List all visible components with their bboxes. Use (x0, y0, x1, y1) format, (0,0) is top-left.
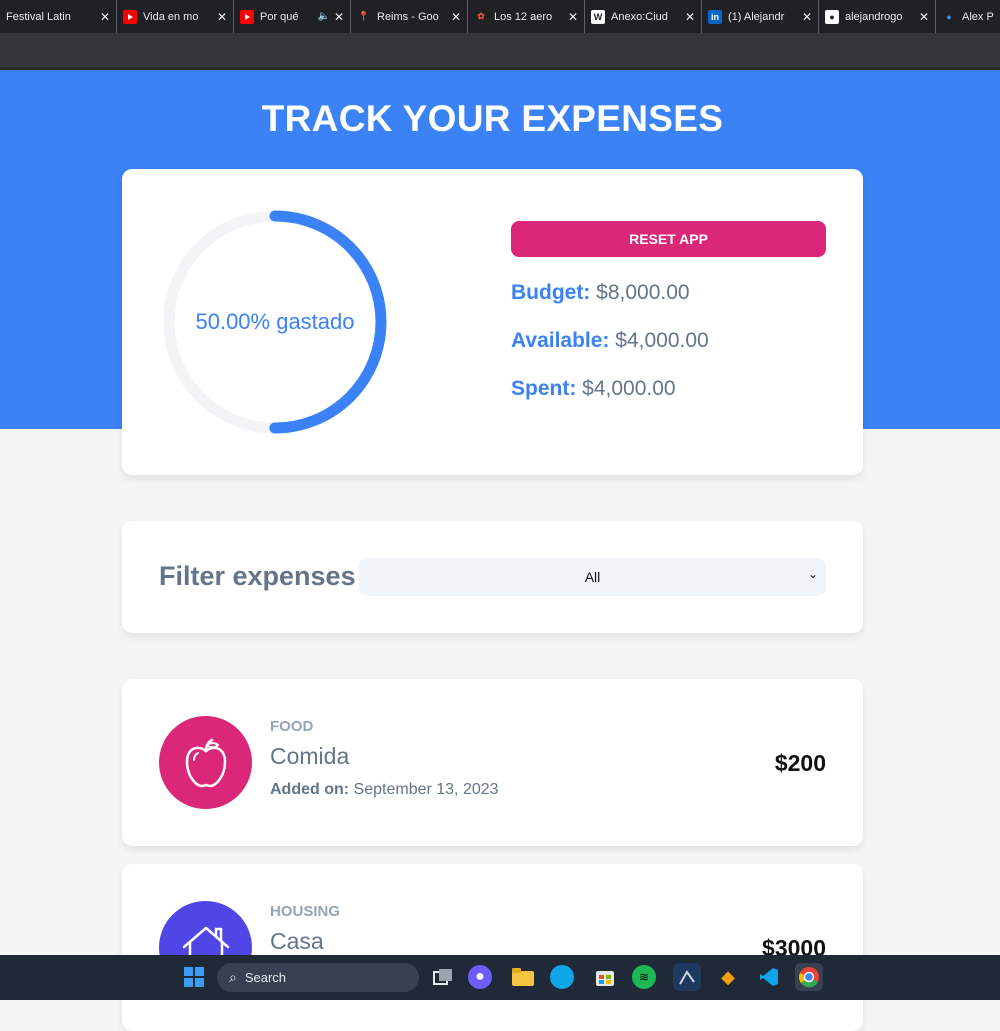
portfolio-icon: ● (946, 11, 952, 22)
spotify-icon[interactable]: ≋ (632, 965, 656, 989)
tab-title: Festival Latin (6, 10, 71, 23)
expense-amount: $200 (774, 750, 826, 776)
chevron-down-icon: ⌄ (807, 567, 818, 581)
browser-toolbar (0, 33, 1000, 70)
browser-tab[interactable]: 📍 Reims - Goo ✕ (351, 0, 468, 33)
filter-select[interactable]: All ⌄ (359, 558, 826, 596)
speaker-icon[interactable]: 🔈 (317, 11, 329, 22)
browser-tab-strip: Festival Latin ✕ Vida en mo ✕ Por qué 🔈 … (0, 0, 1000, 33)
linkedin-icon: in (708, 9, 722, 24)
spent-stat: Spent: $4,000.00 (511, 377, 676, 401)
reset-app-button[interactable]: RESET APP (511, 221, 826, 257)
close-icon[interactable]: ✕ (334, 10, 344, 24)
browser-tab[interactable]: in (1) Alejandr ✕ (702, 0, 819, 33)
budget-value: $8,000.00 (596, 281, 690, 304)
browser-tab[interactable]: W Anexo:Ciud ✕ (585, 0, 702, 33)
chat-icon[interactable]: ● (468, 965, 492, 989)
filter-label: Filter expenses (159, 561, 356, 591)
file-explorer-icon[interactable] (509, 963, 537, 991)
expense-category-icon (159, 716, 252, 809)
expense-name: Comida (270, 743, 350, 769)
taskbar-search[interactable]: ⌕ Search (217, 963, 419, 992)
spent-label: Spent: (511, 377, 577, 400)
page-title: TRACK YOUR EXPENSES (261, 98, 724, 139)
windows-taskbar: ⌕ Search ● ≋ ◆ (0, 955, 1000, 1000)
tab-title: Vida en mo (143, 10, 199, 23)
close-icon[interactable]: ✕ (802, 10, 812, 24)
windows-start-icon[interactable] (180, 963, 208, 991)
close-icon[interactable]: ✕ (100, 10, 110, 24)
maps-icon: 📍 (358, 11, 370, 21)
available-value: $4,000.00 (615, 329, 709, 352)
browser-tab[interactable]: ● alejandrogo ✕ (819, 0, 936, 33)
available-label: Available: (511, 329, 610, 352)
database-icon[interactable] (673, 963, 701, 991)
expense-date-value: September 13, 2023 (353, 781, 499, 798)
youtube-icon (240, 9, 254, 24)
browser-tab[interactable]: ✿ Los 12 aero ✕ (468, 0, 585, 33)
tab-title: Los 12 aero (494, 10, 553, 23)
tab-title: Por qué (260, 10, 299, 23)
mysql-icon[interactable]: ◆ (714, 963, 742, 991)
task-view-icon[interactable] (429, 963, 457, 991)
budget-card: 50.00% gastado RESET APP Budget: $8,000.… (122, 169, 863, 475)
spent-value: $4,000.00 (582, 377, 676, 400)
filter-card: Filter expenses All ⌄ (122, 521, 863, 633)
expense-category: FOOD (270, 718, 314, 735)
expense-name: Casa (270, 928, 324, 954)
budget-label: Budget: (511, 281, 591, 304)
close-icon[interactable]: ✕ (217, 10, 227, 24)
budget-stat: Budget: $8,000.00 (511, 281, 690, 305)
browser-tab[interactable]: ● Alex Portfol (936, 0, 1000, 33)
edge-icon[interactable] (550, 965, 574, 989)
filter-selected-value: All (584, 569, 601, 585)
search-icon: ⌕ (229, 969, 237, 985)
available-stat: Available: $4,000.00 (511, 329, 709, 353)
github-icon: ● (825, 9, 839, 24)
tab-title: Anexo:Ciud (611, 10, 668, 23)
youtube-icon (123, 9, 137, 24)
browser-tab[interactable]: Vida en mo ✕ (117, 0, 234, 33)
close-icon[interactable]: ✕ (685, 10, 695, 24)
expense-category: HOUSING (270, 903, 341, 920)
expense-item[interactable]: FOOD Comida Added on: September 13, 2023… (122, 679, 863, 846)
expense-date: Added on: September 13, 2023 (270, 781, 499, 799)
apple-icon (185, 738, 226, 787)
tab-title: Alex Portfol (962, 10, 994, 23)
tab-title: Reims - Goo (377, 10, 439, 23)
vscode-icon[interactable] (755, 963, 783, 991)
tab-title: (1) Alejandr (728, 10, 785, 23)
expense-date-label: Added on: (270, 781, 350, 798)
store-icon[interactable] (591, 963, 619, 991)
tab-title: alejandrogo (845, 10, 903, 23)
close-icon[interactable]: ✕ (919, 10, 929, 24)
rose-icon: ✿ (477, 11, 485, 21)
close-icon[interactable]: ✕ (568, 10, 578, 24)
search-placeholder: Search (244, 970, 287, 985)
progress-percent-text: 50.00% gastado (195, 309, 355, 334)
close-icon[interactable]: ✕ (451, 10, 461, 24)
browser-tab[interactable]: Festival Latin ✕ (0, 0, 117, 33)
chrome-icon[interactable] (795, 963, 823, 991)
expense-item[interactable]: HOUSING Casa $3000 (122, 864, 863, 1031)
wikipedia-icon: W (591, 9, 605, 24)
browser-tab[interactable]: Por qué 🔈 ✕ (234, 0, 351, 33)
